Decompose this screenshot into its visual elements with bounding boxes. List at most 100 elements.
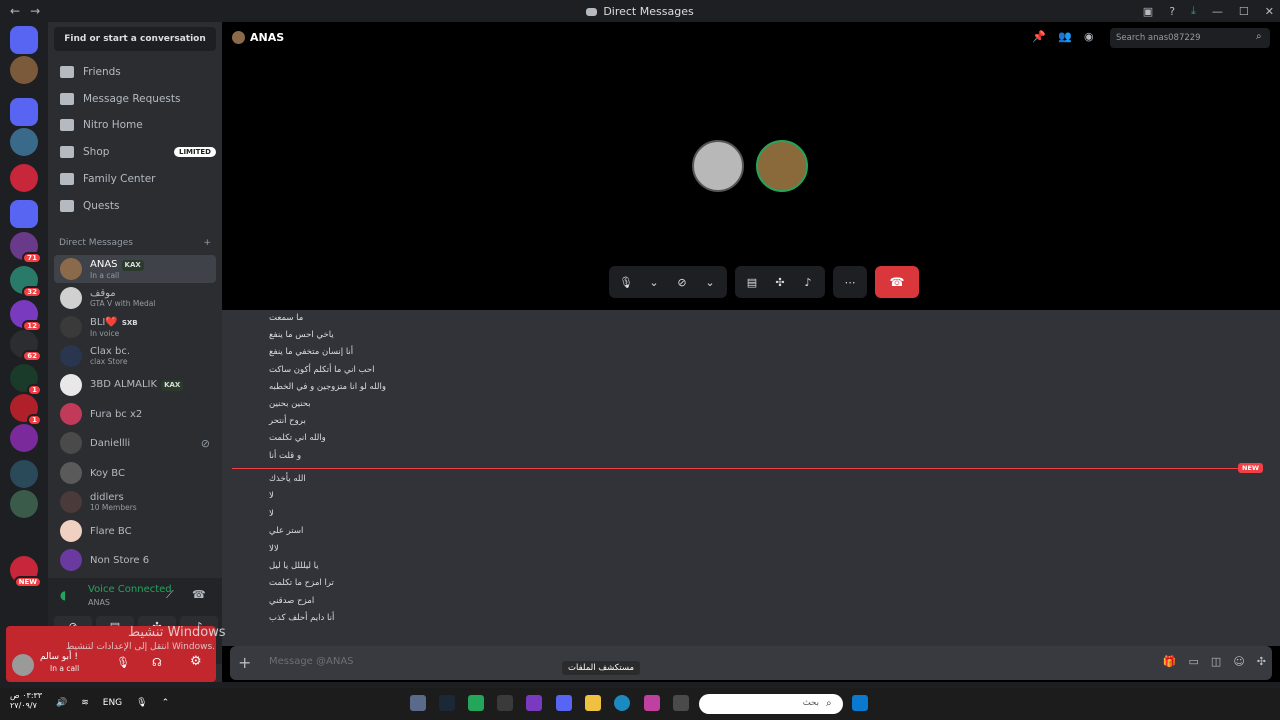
minimize-button[interactable]: —	[1212, 5, 1223, 18]
avatar[interactable]	[692, 140, 744, 192]
server-icon[interactable]	[10, 98, 38, 126]
server-icon[interactable]	[10, 56, 38, 84]
activities-icon[interactable]: ✣	[769, 276, 791, 289]
dm-item[interactable]: 3BD ALMALIK KAX	[54, 371, 216, 399]
avatar[interactable]	[756, 140, 808, 192]
hang-up-button[interactable]: ☎	[875, 266, 919, 298]
copilot-icon[interactable]	[644, 695, 660, 711]
apps-icon[interactable]: ✣	[1257, 655, 1266, 668]
screen-icon[interactable]: ▣	[1143, 5, 1153, 18]
dm-name: ANAS KAX	[90, 259, 144, 271]
message-input[interactable]: Message @ANAS	[269, 656, 354, 667]
chevron-up-icon[interactable]: ⌃	[162, 698, 170, 708]
server-icon[interactable]	[10, 490, 38, 518]
chevron-down-icon[interactable]: ⌄	[643, 276, 665, 289]
server-icon[interactable]	[10, 128, 38, 156]
emoji-icon[interactable]: ☺	[1233, 655, 1244, 668]
discord-home-icon[interactable]	[10, 26, 38, 54]
pin-icon[interactable]: 📌	[1032, 30, 1046, 43]
screen-share-icon[interactable]: ▤	[741, 276, 763, 289]
dm-item[interactable]: Daniellli ⊘	[54, 429, 216, 457]
server-icon[interactable]: NEW	[10, 556, 42, 588]
add-attachment-icon[interactable]: +	[238, 653, 251, 672]
gift-icon[interactable]: 🎁	[1163, 655, 1177, 668]
server-icon[interactable]: 32	[10, 266, 42, 298]
noise-suppression-icon[interactable]: ⟋	[166, 588, 174, 602]
app-icon[interactable]	[497, 695, 513, 711]
voice-channel: ANAS	[88, 598, 111, 607]
title-bar: ← → Direct Messages ▣ ? ⤓ — ☐ ✕	[0, 0, 1280, 22]
discord-icon[interactable]	[556, 695, 572, 711]
dm-item[interactable]: didlers 10 Members	[54, 488, 216, 516]
nav-nitro-home[interactable]: Nitro Home	[56, 113, 216, 137]
maximize-button[interactable]: ☐	[1239, 5, 1249, 18]
language-indicator[interactable]: ENG	[103, 698, 122, 708]
app-icon[interactable]	[410, 695, 426, 711]
clock[interactable]: ٠٣:٣٣ ص ٢٧/٠٩/٧	[10, 691, 42, 711]
server-icon[interactable]	[10, 424, 38, 452]
notification-badge: NEW	[13, 576, 42, 588]
app-icon[interactable]	[468, 695, 484, 711]
dm-item[interactable]: BLI❤️ SXB In voice	[54, 313, 216, 341]
message-composer: + Message @ANAS 🎁 ▭ ◫ ☺ ✣	[230, 646, 1272, 680]
settings-gear-icon[interactable]: ⚙	[190, 654, 202, 669]
server-icon[interactable]	[10, 460, 38, 488]
server-icon[interactable]: 71	[10, 232, 42, 264]
nav-family-center[interactable]: Family Center	[56, 167, 216, 191]
dm-item[interactable]: ANAS KAX In a call	[54, 255, 216, 283]
dm-item[interactable]: Clax bc. clax Store	[54, 342, 216, 370]
microphone-icon[interactable]: 🎙	[615, 276, 637, 289]
taskbar-search[interactable]: بحث	[699, 694, 843, 714]
gif-icon[interactable]: ▭	[1189, 655, 1199, 668]
nav-quests[interactable]: Quests	[56, 194, 216, 218]
dm-name: Fura bc x2	[90, 408, 143, 420]
microphone-icon[interactable]: 🎙	[116, 656, 130, 669]
disconnect-icon[interactable]: ☎	[192, 588, 206, 601]
microphone-icon[interactable]: 🎙	[136, 698, 147, 708]
profile-icon[interactable]: ◉	[1084, 30, 1094, 43]
avatar[interactable]	[12, 654, 34, 676]
headphones-icon[interactable]: ☊	[152, 656, 162, 669]
server-icon[interactable]	[10, 200, 38, 228]
server-icon[interactable]: 12	[10, 300, 42, 332]
file-explorer-icon[interactable]	[585, 695, 601, 711]
help-icon[interactable]: ?	[1169, 5, 1175, 18]
add-dm-button[interactable]: +	[203, 238, 211, 248]
nav-shop[interactable]: Shop LIMITED	[56, 140, 216, 164]
chat-message: ترا امزح ما تكلمت	[269, 578, 334, 589]
close-button[interactable]: ✕	[1265, 5, 1274, 18]
windows-start-icon[interactable]	[852, 695, 868, 711]
server-icon[interactable]	[10, 164, 38, 192]
download-icon[interactable]: ⤓	[1191, 4, 1196, 18]
sticker-icon[interactable]: ◫	[1211, 655, 1221, 668]
wifi-icon[interactable]: ≋	[81, 698, 89, 708]
taskbar: ٠٣:٣٣ ص ٢٧/٠٩/٧ 🔊 ≋ ENG 🎙 ⌃ بحث ⌕	[0, 688, 1280, 720]
camera-off-icon[interactable]: ⊘	[671, 276, 693, 289]
dm-item[interactable]: Flare BC	[54, 517, 216, 545]
dm-item[interactable]: Koy BC	[54, 459, 216, 487]
dm-item[interactable]: Non Store 6	[54, 546, 216, 574]
avatar	[60, 258, 82, 280]
add-friends-icon[interactable]: 👥	[1058, 30, 1072, 43]
chevron-down-icon[interactable]: ⌄	[699, 276, 721, 289]
server-icon[interactable]: 1	[10, 364, 42, 396]
edge-icon[interactable]	[614, 695, 630, 711]
server-icon[interactable]: 1	[10, 394, 42, 426]
server-icon[interactable]	[10, 524, 38, 552]
more-icon[interactable]: ⋯	[839, 276, 861, 289]
dm-item[interactable]: Fura bc x2	[54, 400, 216, 428]
find-conversation-button[interactable]: Find or start a conversation	[54, 27, 216, 51]
server-icon[interactable]: 62	[10, 330, 42, 362]
volume-icon[interactable]: 🔊	[56, 698, 67, 708]
new-messages-divider	[232, 468, 1248, 469]
task-view-icon[interactable]	[673, 695, 689, 711]
app-icon[interactable]	[526, 695, 542, 711]
search-input[interactable]: Search anas087229	[1110, 28, 1270, 48]
nav-friends[interactable]: Friends	[56, 60, 216, 84]
steam-icon[interactable]	[439, 695, 455, 711]
soundboard-icon[interactable]: ♪	[797, 276, 819, 289]
nav-message-requests[interactable]: Message Requests	[56, 87, 216, 111]
call-name: ANAS	[250, 31, 285, 44]
chat-message: الله يأخذك	[269, 474, 306, 484]
dm-item[interactable]: موقف GTA V with Medal	[54, 284, 216, 312]
